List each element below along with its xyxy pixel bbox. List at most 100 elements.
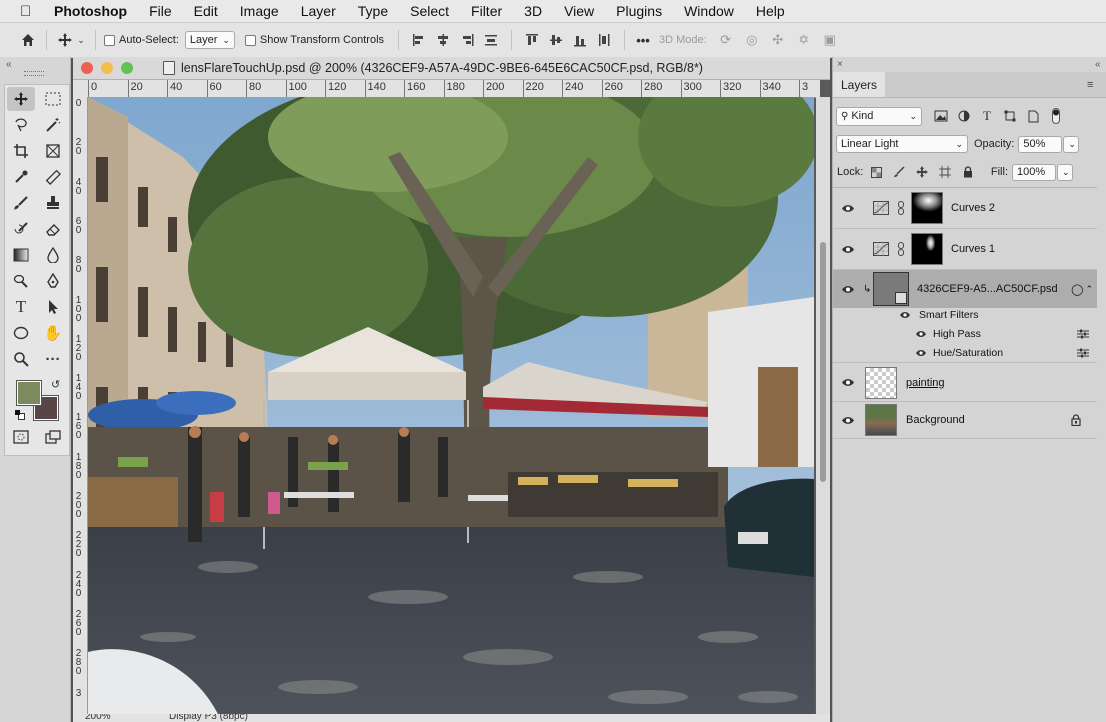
more-options-button[interactable]: ••• — [633, 33, 653, 48]
align-bottom-icon[interactable] — [568, 33, 592, 47]
eye-icon[interactable] — [915, 330, 927, 338]
ellipse-tool-icon[interactable] — [7, 321, 35, 345]
layer-row-smart-object[interactable]: ↳ 4326CEF9-A5...AC50CF.psd ◯ ⌃ — [833, 270, 1097, 308]
distribute-vertical-icon[interactable] — [592, 33, 616, 47]
zoom-tool-icon[interactable] — [7, 347, 35, 371]
close-window-button[interactable] — [81, 62, 93, 74]
layer-name[interactable]: Curves 1 — [951, 243, 995, 255]
marquee-tool-icon[interactable] — [39, 87, 67, 111]
menu-app-name[interactable]: Photoshop — [54, 3, 127, 19]
show-transform-checkbox[interactable] — [244, 34, 256, 46]
foreground-color-swatch[interactable] — [16, 380, 42, 406]
frame-tool-icon[interactable] — [39, 139, 67, 163]
lock-all-icon[interactable] — [959, 163, 977, 181]
type-tool-icon[interactable]: T — [7, 295, 35, 319]
lasso-tool-icon[interactable] — [7, 113, 35, 137]
menu-3d[interactable]: 3D — [524, 3, 542, 19]
layer-thumbnail[interactable] — [865, 404, 897, 436]
link-icon[interactable] — [895, 201, 907, 215]
menu-view[interactable]: View — [564, 3, 594, 19]
filter-name[interactable]: Hue/Saturation — [933, 347, 1003, 359]
panel-menu-icon[interactable]: ≡ — [1087, 79, 1093, 91]
layer-mask-thumbnail[interactable] — [911, 192, 943, 224]
move-tool-icon[interactable] — [55, 32, 75, 48]
smart-object-thumbnail[interactable] — [873, 272, 909, 306]
eye-icon[interactable] — [899, 311, 911, 319]
scrollbar-thumb[interactable] — [820, 242, 826, 482]
eraser-tool-icon[interactable] — [39, 217, 67, 241]
eye-icon[interactable] — [841, 284, 855, 294]
menu-edit[interactable]: Edit — [194, 3, 218, 19]
filter-smart-object-icon[interactable] — [1024, 107, 1042, 125]
menu-plugins[interactable]: Plugins — [616, 3, 662, 19]
eyedropper-icon[interactable] — [7, 165, 35, 189]
layer-name[interactable]: Curves 2 — [951, 202, 995, 214]
align-right-icon[interactable] — [455, 33, 479, 47]
menu-select[interactable]: Select — [410, 3, 449, 19]
align-vertical-center-icon[interactable] — [544, 33, 568, 47]
filter-shape-icon[interactable] — [1001, 107, 1019, 125]
layer-thumbnail[interactable] — [865, 366, 897, 399]
layer-name[interactable]: 4326CEF9-A5...AC50CF.psd — [917, 283, 1058, 295]
opacity-dropdown[interactable]: ⌄ — [1063, 135, 1080, 153]
filter-toggle-icon[interactable] — [1047, 107, 1065, 125]
layer-row-curves-2[interactable]: Curves 2 — [833, 188, 1097, 229]
zoom-level[interactable]: 200% — [85, 714, 111, 722]
canvas-image[interactable] — [88, 97, 814, 714]
smart-filters-row[interactable]: Smart Filters — [833, 305, 1097, 324]
smart-filter-row-hue-saturation[interactable]: Hue/Saturation — [833, 343, 1097, 363]
quick-mask-icon[interactable] — [7, 425, 35, 449]
auto-select-checkbox[interactable] — [104, 34, 115, 46]
distribute-icon[interactable] — [479, 33, 503, 47]
vertical-ruler[interactable]: 0 20 40 60 80 100 120 140 160 180 200 220 240 260 280 3 — [73, 97, 88, 714]
filter-adjustment-icon[interactable] — [955, 107, 973, 125]
auto-select-dropdown[interactable]: Layer ⌄ — [184, 31, 235, 49]
eye-icon[interactable] — [915, 349, 927, 357]
align-horizontal-center-icon[interactable] — [431, 33, 455, 47]
path-selection-icon[interactable] — [39, 295, 67, 319]
lock-position-icon[interactable] — [913, 163, 931, 181]
tab-layers[interactable]: Layers — [833, 72, 885, 97]
eye-icon[interactable] — [841, 244, 855, 254]
smart-filter-row-high-pass[interactable]: High Pass — [833, 324, 1097, 343]
align-top-icon[interactable] — [520, 33, 544, 47]
close-panel-icon[interactable]: × — [837, 59, 843, 70]
layer-row-curves-1[interactable]: Curves 1 — [833, 229, 1097, 270]
grip-handle[interactable] — [24, 71, 44, 76]
3d-pan-icon[interactable]: ✣ — [765, 32, 791, 48]
layer-name[interactable]: painting — [906, 377, 945, 389]
blur-tool-icon[interactable] — [39, 243, 67, 267]
filter-kind-dropdown[interactable]: ⚲ Kind ⌄ — [836, 106, 922, 126]
menu-layer[interactable]: Layer — [301, 3, 336, 19]
zoom-window-button[interactable] — [121, 62, 133, 74]
default-colors-icon[interactable] — [15, 410, 25, 420]
gradient-tool-icon[interactable] — [7, 243, 35, 267]
menu-type[interactable]: Type — [358, 3, 388, 19]
move-tool-icon[interactable] — [7, 87, 35, 111]
filter-name[interactable]: High Pass — [933, 328, 981, 340]
layer-row-painting[interactable]: painting — [833, 364, 1097, 402]
3d-scale-icon[interactable]: ▣ — [817, 32, 843, 48]
dodge-tool-icon[interactable] — [7, 269, 35, 293]
swap-colors-icon[interactable]: ↺ — [51, 378, 60, 391]
layer-mask-thumbnail[interactable] — [911, 233, 943, 265]
lock-artboard-icon[interactable] — [936, 163, 954, 181]
pen-tool-icon[interactable] — [39, 269, 67, 293]
menu-help[interactable]: Help — [756, 3, 785, 19]
menu-file[interactable]: File — [149, 3, 172, 19]
lock-pixels-icon[interactable] — [890, 163, 908, 181]
3d-orbit-icon[interactable]: ⟳ — [713, 32, 739, 48]
more-tools-icon[interactable]: ··· — [39, 347, 67, 371]
ruler-tool-icon[interactable] — [39, 165, 67, 189]
history-brush-icon[interactable] — [7, 217, 35, 241]
chevron-up-icon[interactable]: ⌃ — [1085, 284, 1093, 295]
menu-window[interactable]: Window — [684, 3, 734, 19]
filter-pixel-icon[interactable] — [932, 107, 950, 125]
hand-tool-icon[interactable]: ✋ — [39, 321, 67, 345]
eye-icon[interactable] — [841, 415, 855, 425]
blending-options-icon[interactable] — [1077, 329, 1089, 339]
fill-input[interactable]: 100% — [1012, 163, 1056, 181]
apple-icon[interactable]:  — [20, 3, 36, 20]
minimize-window-button[interactable] — [101, 62, 113, 74]
lock-transparent-icon[interactable] — [867, 163, 885, 181]
